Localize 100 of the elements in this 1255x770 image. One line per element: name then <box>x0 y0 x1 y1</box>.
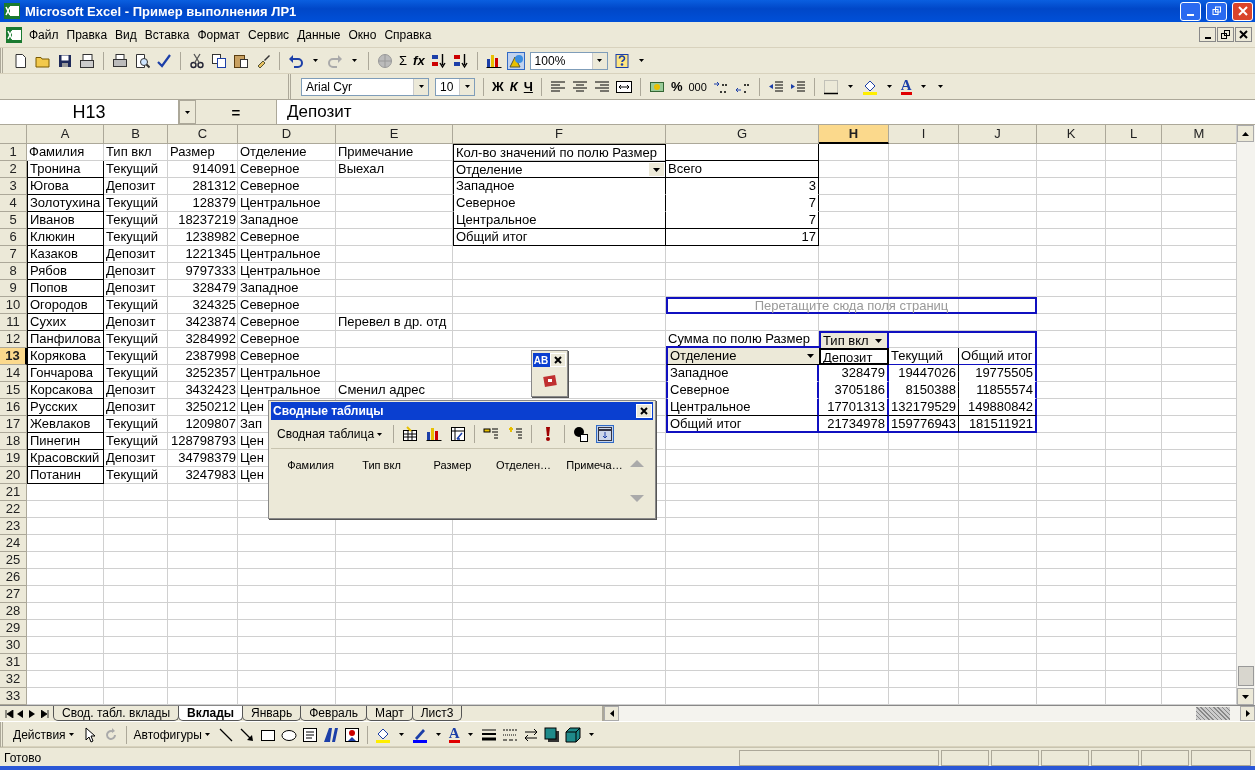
hide-detail-icon[interactable] <box>483 426 500 442</box>
row-header[interactable]: 5 <box>0 212 27 229</box>
cube-icon[interactable] <box>564 726 581 743</box>
row-header[interactable]: 16 <box>0 399 27 416</box>
caret-icon[interactable] <box>937 85 943 88</box>
minimize-button[interactable] <box>1199 27 1216 42</box>
caret-icon[interactable] <box>597 59 603 62</box>
scroll-right-button[interactable] <box>1240 706 1255 721</box>
caret-icon[interactable] <box>435 733 441 736</box>
column-header[interactable]: D <box>238 125 336 144</box>
sort-icon[interactable] <box>430 52 447 69</box>
arrow-icon[interactable] <box>238 726 255 743</box>
indent-icon[interactable] <box>789 78 806 95</box>
clipboard-icon[interactable] <box>233 52 249 69</box>
caret-icon[interactable] <box>377 432 383 436</box>
row-header[interactable]: 22 <box>0 501 27 518</box>
row-header[interactable]: 25 <box>0 552 27 569</box>
sheet-tab[interactable]: Свод. табл. вклады <box>53 706 180 721</box>
scrollbar[interactable] <box>1236 125 1255 705</box>
align-left-icon[interactable] <box>549 78 566 95</box>
caret-icon[interactable] <box>467 733 473 736</box>
row-header[interactable]: 11 <box>0 314 27 331</box>
font-color-button[interactable]: A <box>448 726 460 743</box>
row-header[interactable]: 2 <box>0 161 27 178</box>
menu-item[interactable]: Правка <box>62 25 112 44</box>
caret-icon[interactable] <box>638 59 644 62</box>
caret-icon[interactable] <box>204 733 210 736</box>
row-header[interactable]: 24 <box>0 535 27 552</box>
caret-icon[interactable] <box>886 85 892 88</box>
field-settings-icon[interactable] <box>573 426 590 442</box>
column-header[interactable]: A <box>27 125 104 144</box>
column-header[interactable]: M <box>1162 125 1236 144</box>
row-header[interactable]: 29 <box>0 620 27 637</box>
field-button[interactable]: Примеча… <box>559 459 630 473</box>
column-header[interactable]: G <box>666 125 819 144</box>
row-header[interactable]: 9 <box>0 280 27 297</box>
bar-chart-icon[interactable] <box>426 426 443 442</box>
row-header[interactable]: 13 <box>0 348 27 365</box>
row-header[interactable]: 3 <box>0 178 27 195</box>
menu-item[interactable]: Данные <box>293 25 345 44</box>
row-header[interactable]: 4 <box>0 195 27 212</box>
sheet-tab[interactable]: Лист3 <box>411 706 463 721</box>
row-header[interactable]: 32 <box>0 671 27 688</box>
row-header[interactable]: 27 <box>0 586 27 603</box>
column-header[interactable]: C <box>168 125 238 144</box>
text-box-icon[interactable] <box>301 726 318 743</box>
preview-icon[interactable] <box>134 52 150 69</box>
caret-icon[interactable] <box>352 59 357 62</box>
font-dropdown[interactable]: Arial Cyr <box>301 77 429 96</box>
restore-button[interactable] <box>1217 27 1234 42</box>
field-list-icon[interactable] <box>597 426 614 442</box>
row-header[interactable]: 17 <box>0 416 27 433</box>
zoom-dropdown[interactable]: 100% <box>529 51 608 70</box>
line-icon[interactable] <box>217 726 234 743</box>
row-header[interactable]: 20 <box>0 467 27 484</box>
caret-icon[interactable] <box>398 733 404 736</box>
autosum-button[interactable]: Σ <box>399 53 408 68</box>
brush-icon[interactable] <box>255 52 271 69</box>
line-weight-icon[interactable] <box>480 726 497 743</box>
column-header[interactable]: F <box>453 125 666 144</box>
thousands-button[interactable]: 000 <box>688 80 707 93</box>
outdent-icon[interactable] <box>767 78 784 95</box>
help-icon[interactable] <box>613 52 630 69</box>
caret-icon[interactable] <box>920 85 926 88</box>
copy-icon[interactable] <box>211 52 227 69</box>
caret-icon[interactable] <box>847 85 853 88</box>
printer-icon[interactable] <box>112 52 128 69</box>
spreadsheet-icon[interactable] <box>6 26 22 43</box>
last-sheet-icon[interactable] <box>40 709 50 718</box>
column-header[interactable]: E <box>336 125 453 144</box>
image-icon[interactable] <box>343 726 360 743</box>
pivot-menu[interactable]: Сводная таблица <box>277 427 386 441</box>
shadow-icon[interactable] <box>543 726 560 743</box>
caret-icon[interactable] <box>185 110 190 114</box>
row-header[interactable]: 15 <box>0 382 27 399</box>
menu-item[interactable]: Вид <box>111 25 141 44</box>
menu-item[interactable]: Окно <box>344 25 381 44</box>
sheet-tab[interactable]: Вклады <box>178 706 244 721</box>
font-color-button[interactable]: A <box>900 78 912 95</box>
scissors-icon[interactable] <box>189 52 205 69</box>
scroll-thumb[interactable] <box>1196 707 1230 720</box>
row-header[interactable]: 33 <box>0 688 27 705</box>
scroll-down-button[interactable] <box>1237 688 1254 705</box>
percent-button[interactable]: % <box>670 79 683 94</box>
formula-field[interactable]: Депозит <box>276 100 1255 124</box>
previous-sheet-icon[interactable] <box>16 709 26 718</box>
underline-button[interactable]: Ч <box>523 79 533 94</box>
column-header[interactable]: L <box>1106 125 1162 144</box>
caret-icon[interactable] <box>418 85 424 88</box>
row-header[interactable]: 30 <box>0 637 27 654</box>
check-icon[interactable] <box>156 52 172 69</box>
menu-item[interactable]: Сервис <box>244 25 294 44</box>
function-button[interactable]: fx <box>413 53 425 68</box>
bold-button[interactable]: Ж <box>492 79 504 94</box>
sheet-tab[interactable]: Март <box>366 706 413 721</box>
row-header[interactable]: 10 <box>0 297 27 314</box>
row-header[interactable]: 18 <box>0 433 27 450</box>
row-header[interactable]: 31 <box>0 654 27 671</box>
format-report-icon[interactable] <box>402 426 419 442</box>
sheet-tab[interactable]: Январь <box>242 706 302 721</box>
